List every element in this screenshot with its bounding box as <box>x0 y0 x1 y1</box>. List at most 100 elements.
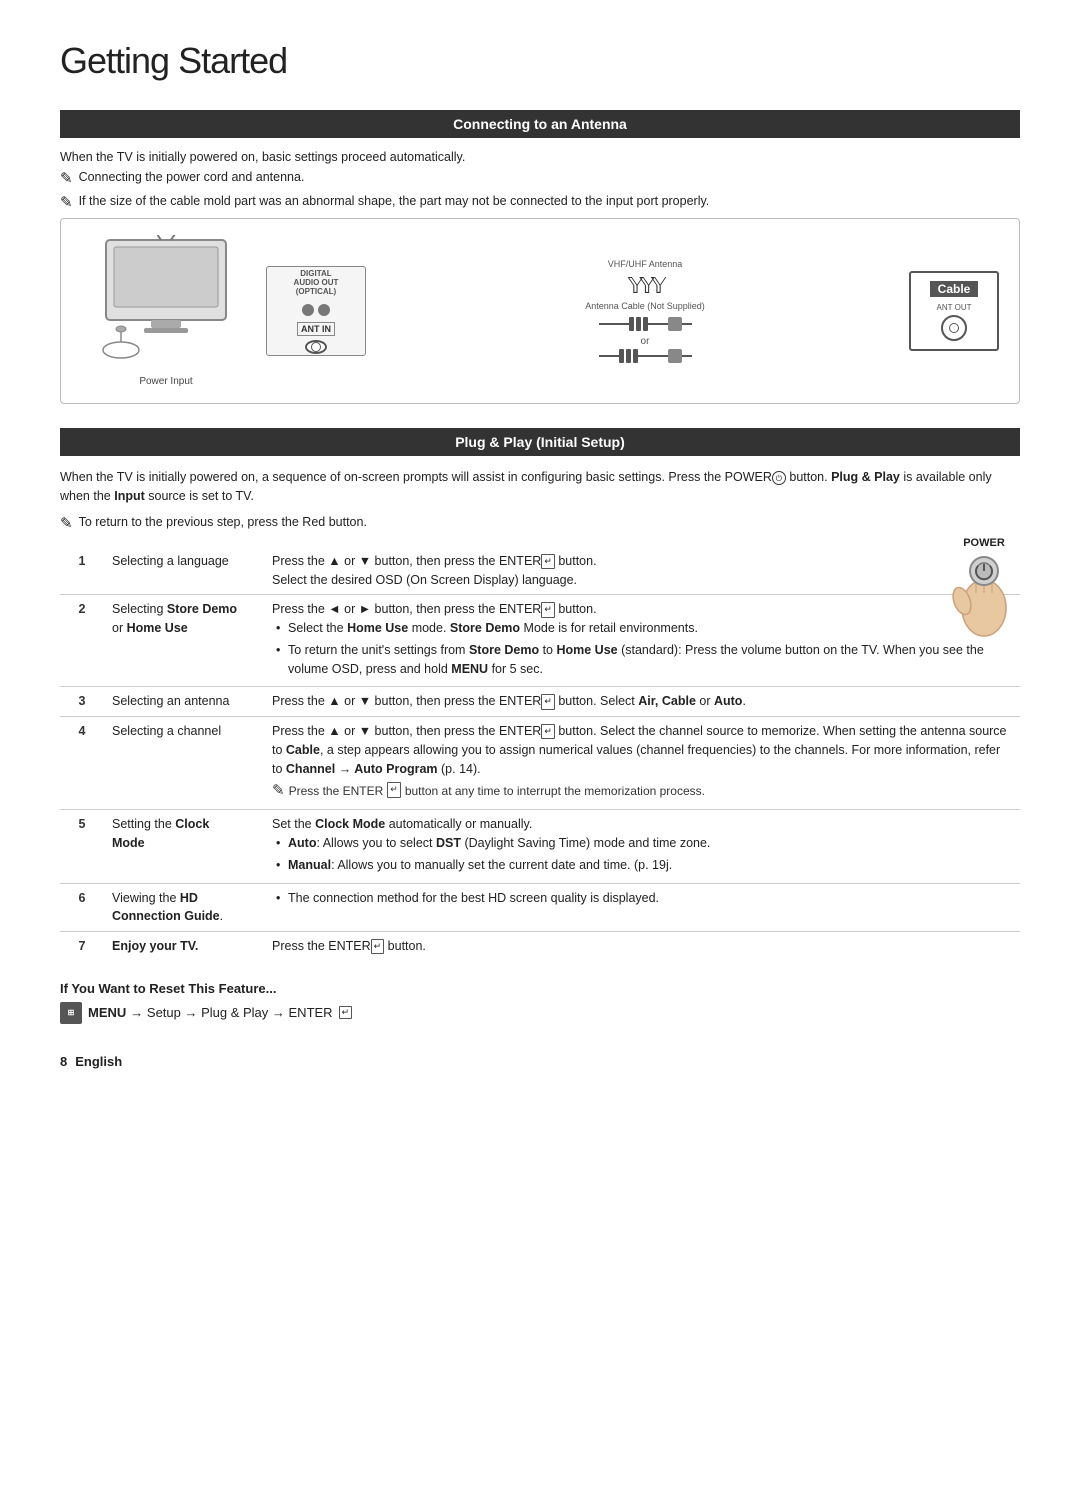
step-7-label-bold: Enjoy your TV. <box>112 939 198 953</box>
step-5-desc: Set the Clock Mode automatically or manu… <box>264 810 1020 883</box>
step-5-label: Setting the Clock Mode <box>104 810 264 883</box>
note-icon-1: ✎ <box>60 170 73 188</box>
connectors-diagram: VHF/UHF Antenna 𝕐𝕐𝕐 Antenna Cable (Not S… <box>381 259 909 363</box>
steps-table: 1 Selecting a language Press the ▲ or ▼ … <box>60 547 1020 961</box>
page-lang: English <box>75 1054 122 1069</box>
step-2-desc-text2: button. <box>555 602 597 616</box>
power-input-label: Power Input <box>139 376 192 387</box>
plug-play-intro: When the TV is initially powered on, a s… <box>60 468 1020 507</box>
section-plug-play: Plug & Play (Initial Setup) When the TV … <box>60 428 1020 1024</box>
step-7-number: 7 <box>60 932 104 961</box>
intro-bold-2: Input <box>114 489 145 503</box>
step-3-desc-bold: Air, Cable <box>638 694 696 708</box>
step-6-desc: The connection method for the best HD sc… <box>264 883 1020 932</box>
step-3-label: Selecting an antenna <box>104 687 264 717</box>
section-antenna: Connecting to an Antenna When the TV is … <box>60 110 1020 404</box>
note-icon-2: ✎ <box>60 194 73 212</box>
step-2-desc-text: Press the ◄ or ► button, then press the … <box>272 602 541 616</box>
step-1-number: 1 <box>60 547 104 595</box>
step-2-label-text1: Selecting <box>112 602 167 616</box>
section-antenna-header: Connecting to an Antenna <box>60 110 1020 138</box>
step-4-note-icon: ✎ <box>272 782 285 800</box>
step-1-row: 1 Selecting a language Press the ▲ or ▼ … <box>60 547 1020 595</box>
step-2-label: Selecting Store Demo or Home Use <box>104 595 264 687</box>
step-2-bullets: Select the Home Use mode. Store Demo Mod… <box>272 619 1012 678</box>
menu-path-text: → Setup → Plug & Play → ENTER <box>130 1005 332 1020</box>
intro-bold-1: Plug & Play <box>831 470 900 484</box>
tv-illustration: Power Input <box>81 235 251 387</box>
reset-section: If You Want to Reset This Feature... ⊞ M… <box>60 981 1020 1024</box>
step-5-desc-text2: automatically or manually. <box>385 817 532 831</box>
step-4-note: ✎ Press the ENTER↵ button at any time to… <box>272 782 1012 800</box>
note-return: ✎ To return to the previous step, press … <box>60 515 1020 533</box>
step-4-number: 4 <box>60 717 104 810</box>
step-1-desc-text3: Select the desired OSD (On Screen Displa… <box>272 573 577 587</box>
step-6-label: Viewing the HD Connection Guide. <box>104 883 264 932</box>
antenna-diagram: Power Input DIGITALAUDIO OUT(OPTICAL) AN… <box>60 218 1020 404</box>
cable-circle <box>941 315 967 341</box>
note-cable-mold: ✎ If the size of the cable mold part was… <box>60 194 1020 212</box>
step-7-label: Enjoy your TV. <box>104 932 264 961</box>
step-3-desc-bold2: Auto <box>714 694 742 708</box>
antenna-symbol: 𝕐𝕐𝕐 <box>628 273 663 299</box>
intro-text-3: source is set to TV. <box>145 489 254 503</box>
step-4-note-text2: button at any time to interrupt the memo… <box>405 782 705 800</box>
intro-text-1: When the TV is initially powered on, a s… <box>60 470 772 484</box>
vhf-label: VHF/UHF Antenna <box>608 259 683 269</box>
step-1-desc: Press the ▲ or ▼ button, then press the … <box>264 547 1020 595</box>
step-4-row: 4 Selecting a channel Press the ▲ or ▼ b… <box>60 717 1020 810</box>
menu-path: ⊞ MENU → Setup → Plug & Play → ENTER↵ <box>60 1002 1020 1024</box>
menu-label: MENU <box>88 1005 126 1020</box>
power-label: POWER <box>948 537 1020 549</box>
step-5-label-bold1: Clock <box>175 817 209 831</box>
page-title: Getting Started <box>60 40 1020 82</box>
ant-out-label: ANT OUT <box>923 303 985 312</box>
step-5-label-text1: Setting the <box>112 817 175 831</box>
step-3-row: 3 Selecting an antenna Press the ▲ or ▼ … <box>60 687 1020 717</box>
step-4-desc-text: Press the ▲ or ▼ button, then press the … <box>272 724 541 738</box>
step-5-desc-text: Set the <box>272 817 315 831</box>
page-number: 8 <box>60 1054 67 1069</box>
step-2-label-text2: or <box>112 621 127 635</box>
step-1-desc-text: Press the ▲ or ▼ button, then press the … <box>272 554 541 568</box>
step-7-desc-text: Press the ENTER <box>272 939 371 953</box>
step-2-row: 2 Selecting Store Demo or Home Use Press… <box>60 595 1020 687</box>
step-1-label: Selecting a language <box>104 547 264 595</box>
step-3-desc: Press the ▲ or ▼ button, then press the … <box>264 687 1020 717</box>
step-5-bullet-2: Manual: Allows you to manually set the c… <box>272 856 1012 875</box>
step-4-desc: Press the ▲ or ▼ button, then press the … <box>264 717 1020 810</box>
step-5-bullets: Auto: Allows you to select DST (Daylight… <box>272 834 1012 875</box>
step-1-desc-text2: button. <box>555 554 597 568</box>
step-5-bullet-1: Auto: Allows you to select DST (Daylight… <box>272 834 1012 853</box>
step-2-label-bold2: Home Use <box>127 621 188 635</box>
step-4-desc-bold: Cable <box>286 743 320 757</box>
step-5-label-bold2: Mode <box>112 836 145 850</box>
tv-svg <box>96 235 236 365</box>
reset-title: If You Want to Reset This Feature... <box>60 981 1020 996</box>
tv-panel: DIGITALAUDIO OUT(OPTICAL) ANT IN <box>251 266 381 356</box>
note-text-3: If the size of the cable mold part was a… <box>79 194 710 208</box>
cable-box: Cable ANT OUT <box>909 271 999 351</box>
step-6-label-bold2: Connection Guide <box>112 909 220 923</box>
step-6-label-text1: Viewing the <box>112 891 180 905</box>
step-3-desc-text2: button. Select <box>555 694 638 708</box>
step-5-number: 5 <box>60 810 104 883</box>
step-4-desc-text4: (p. 14). <box>438 762 481 776</box>
note-text-1: When the TV is initially powered on, bas… <box>60 150 465 164</box>
step-4-label: Selecting a channel <box>104 717 264 810</box>
step-2-bullet-1: Select the Home Use mode. Store Demo Mod… <box>272 619 1012 638</box>
step-5-row: 5 Setting the Clock Mode Set the Clock M… <box>60 810 1020 883</box>
step-3-desc-text3: or <box>696 694 714 708</box>
step-6-bullets: The connection method for the best HD sc… <box>272 889 1012 908</box>
step-6-row: 6 Viewing the HD Connection Guide. The c… <box>60 883 1020 932</box>
note-text-2: Connecting the power cord and antenna. <box>79 170 305 184</box>
intro-text-1b: button. <box>786 470 831 484</box>
step-7-desc: Press the ENTER↵ button. <box>264 932 1020 961</box>
step-6-label-bold1: HD <box>180 891 198 905</box>
step-3-desc-text: Press the ▲ or ▼ button, then press the … <box>272 694 541 708</box>
step-6-label-dot: . <box>220 909 223 923</box>
note-power-cord: ✎ Connecting the power cord and antenna. <box>60 170 1020 188</box>
step-2-number: 2 <box>60 595 104 687</box>
or-text: or <box>641 336 650 347</box>
step-4-note-text: Press the ENTER <box>289 782 384 800</box>
